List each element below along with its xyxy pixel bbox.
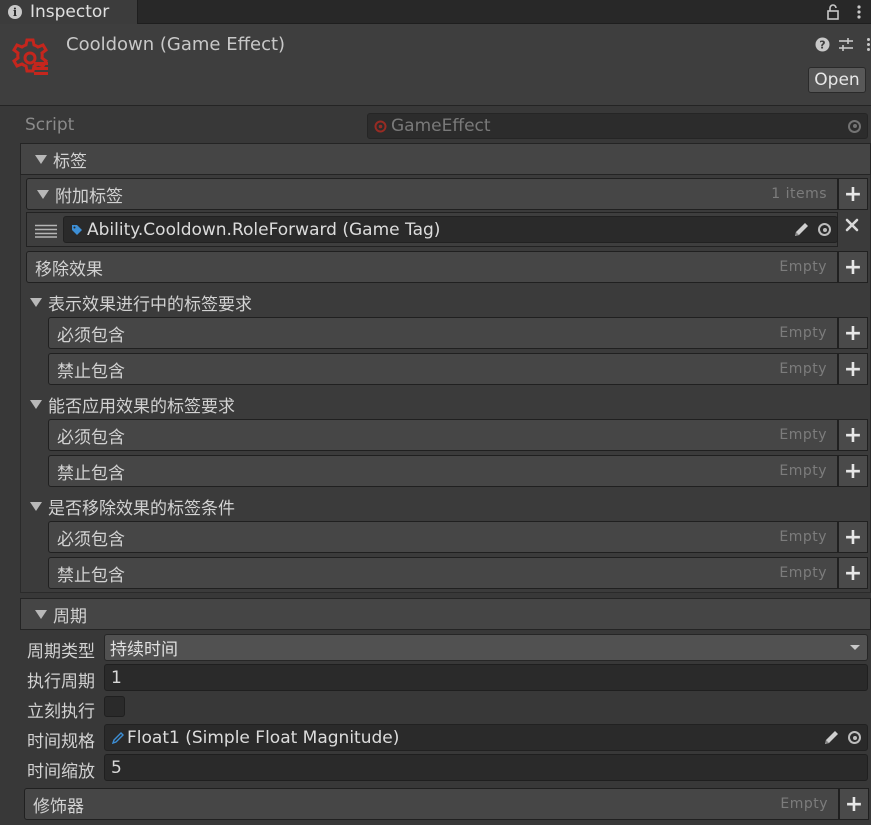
script-icon — [374, 120, 387, 132]
object-picker-icon[interactable] — [818, 223, 831, 236]
object-picker-icon[interactable] — [848, 731, 861, 744]
add-must-include-button[interactable]: + — [838, 317, 868, 349]
modifiers-header[interactable]: 修饰器 Empty — [24, 788, 839, 820]
remove-effects-status: Empty — [779, 259, 827, 275]
remove-item-icon[interactable] — [844, 217, 860, 238]
added-tags-count: 1 items — [771, 186, 827, 202]
must-include-status: Empty — [779, 427, 827, 443]
period-type-value: 持续时间 — [110, 640, 178, 660]
must-exclude-status: Empty — [779, 463, 827, 479]
float-magnitude-icon — [112, 732, 124, 744]
ongoing-req-foldout[interactable]: 表示效果进行中的标签要求 — [30, 290, 252, 315]
add-must-exclude-button[interactable]: + — [838, 353, 868, 385]
time-spec-label: 时间规格 — [27, 732, 95, 752]
edit-pencil-icon[interactable] — [822, 729, 840, 747]
apply-req-title: 能否应用效果的标签要求 — [48, 397, 235, 417]
exec-immediately-label: 立刻执行 — [27, 702, 95, 722]
game-tag-value: Ability.Cooldown.RoleForward (Game Tag) — [87, 219, 441, 240]
edit-pencil-icon[interactable] — [792, 221, 810, 239]
remove-must-exclude-header[interactable]: 禁止包含 Empty — [48, 557, 838, 589]
remove-cond-foldout[interactable]: 是否移除效果的标签条件 — [30, 494, 235, 519]
time-spec-value: Float1 (Simple Float Magnitude) — [127, 727, 400, 748]
object-title: Cooldown (Game Effect) — [66, 34, 286, 55]
must-include-label: 必须包含 — [57, 325, 125, 346]
period-section-title: 周期 — [53, 606, 87, 627]
apply-req-foldout[interactable]: 能否应用效果的标签要求 — [30, 392, 235, 417]
period-type-label: 周期类型 — [27, 642, 95, 662]
must-include-status: Empty — [779, 325, 827, 341]
gear-script-icon — [10, 38, 50, 83]
info-icon: i — [8, 5, 22, 19]
script-value: GameEffect — [391, 116, 491, 136]
add-must-include-button[interactable]: + — [838, 521, 868, 553]
exec-period-label: 执行周期 — [27, 672, 95, 692]
must-exclude-status: Empty — [779, 565, 827, 581]
must-exclude-label: 禁止包含 — [57, 361, 125, 382]
exec-period-input[interactable]: 1 — [104, 664, 868, 691]
exec-immediately-checkbox[interactable] — [104, 696, 125, 717]
must-include-status: Empty — [779, 529, 827, 545]
foldout-arrow-icon — [35, 609, 47, 619]
ongoing-req-title: 表示效果进行中的标签要求 — [48, 295, 252, 315]
tab-label: Inspector — [30, 2, 110, 22]
tag-icon — [72, 224, 82, 235]
time-scale-label: 时间缩放 — [27, 762, 95, 782]
add-modifier-button[interactable]: + — [839, 788, 869, 820]
drag-handle-icon[interactable] — [35, 223, 57, 243]
apply-must-exclude-header[interactable]: 禁止包含 Empty — [48, 455, 838, 487]
must-exclude-status: Empty — [779, 361, 827, 377]
open-button[interactable]: Open — [808, 67, 866, 93]
added-tags-header[interactable]: 附加标签 1 items — [26, 178, 838, 210]
lock-icon[interactable] — [826, 0, 840, 24]
must-include-label: 必须包含 — [57, 529, 125, 550]
remove-effects-label: 移除效果 — [35, 259, 103, 280]
script-label: Script — [25, 115, 75, 135]
preset-settings-icon[interactable] — [838, 37, 854, 57]
add-tag-button[interactable]: + — [838, 178, 868, 210]
foldout-arrow-icon — [30, 400, 42, 409]
add-must-include-button[interactable]: + — [838, 419, 868, 451]
exec-period-value: 1 — [111, 667, 122, 688]
svg-text:?: ? — [819, 39, 825, 52]
foldout-arrow-icon — [30, 298, 42, 307]
tags-section-header[interactable]: 标签 — [20, 143, 871, 175]
add-must-exclude-button[interactable]: + — [838, 455, 868, 487]
add-must-exclude-button[interactable]: + — [838, 557, 868, 589]
more-menu-icon[interactable] — [866, 37, 871, 57]
must-exclude-label: 禁止包含 — [57, 463, 125, 484]
time-scale-value: 5 — [111, 757, 122, 778]
chevron-down-icon — [850, 644, 860, 650]
modifiers-status: Empty — [780, 796, 828, 812]
must-include-label: 必须包含 — [57, 427, 125, 448]
script-field: GameEffect — [367, 113, 868, 139]
remove-effects-header[interactable]: 移除效果 Empty — [26, 251, 838, 283]
game-tag-field[interactable]: Ability.Cooldown.RoleForward (Game Tag) — [63, 216, 838, 243]
apply-must-include-header[interactable]: 必须包含 Empty — [48, 419, 838, 451]
foldout-arrow-icon — [30, 502, 42, 511]
ongoing-must-include-header[interactable]: 必须包含 Empty — [48, 317, 838, 349]
must-exclude-label: 禁止包含 — [57, 565, 125, 586]
period-section-header[interactable]: 周期 — [20, 598, 871, 630]
add-remove-effect-button[interactable]: + — [838, 251, 868, 283]
ongoing-must-exclude-header[interactable]: 禁止包含 Empty — [48, 353, 838, 385]
object-picker-icon — [848, 119, 861, 133]
time-scale-input[interactable]: 5 — [104, 754, 868, 781]
tab-inspector[interactable]: i Inspector — [0, 0, 138, 24]
added-tags-label: 附加标签 — [55, 186, 123, 207]
foldout-arrow-icon — [35, 154, 47, 164]
remove-cond-title: 是否移除效果的标签条件 — [48, 499, 235, 519]
tags-section-title: 标签 — [53, 151, 87, 172]
more-menu-icon[interactable] — [856, 0, 862, 24]
foldout-arrow-icon — [37, 189, 49, 199]
help-icon[interactable]: ? — [815, 37, 830, 57]
modifiers-label: 修饰器 — [33, 796, 84, 817]
period-type-dropdown[interactable]: 持续时间 — [104, 634, 868, 661]
remove-must-include-header[interactable]: 必须包含 Empty — [48, 521, 838, 553]
time-spec-field[interactable]: Float1 (Simple Float Magnitude) — [104, 724, 868, 751]
